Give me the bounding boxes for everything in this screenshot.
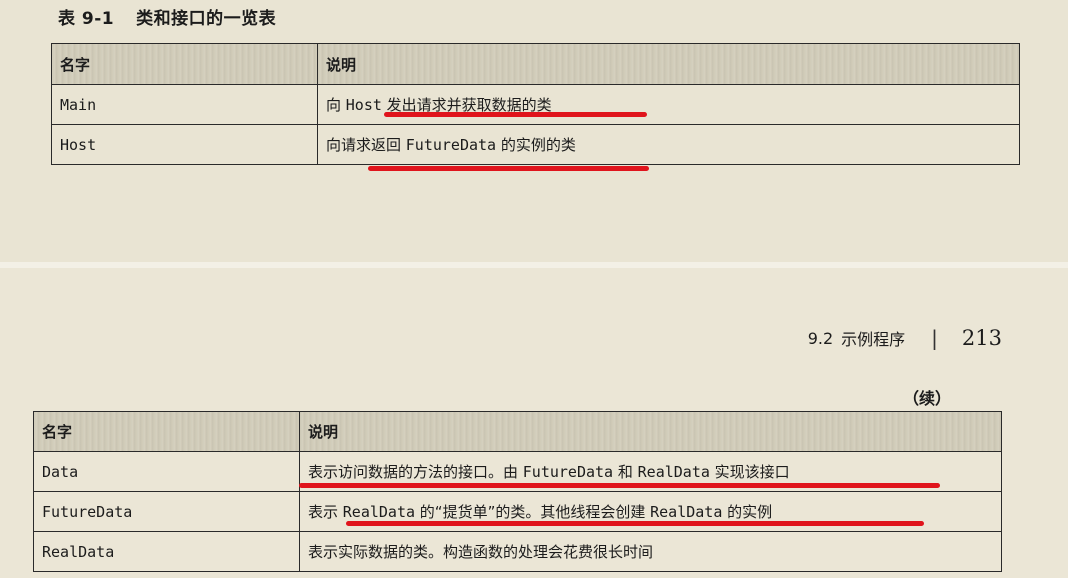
code-term: RealData [342,503,416,521]
section-title: 示例程序 [841,330,906,349]
description-text: 表示 [308,503,343,521]
continued-label: （续） [903,389,952,408]
table-caption-title: 类和接口的一览表 [136,9,277,29]
code-term: FutureData [522,463,614,481]
description-text: 的实例 [722,503,773,521]
description-text: 向请求返回 [326,136,406,154]
class-interface-table-continued: 名字 说明 Data 表示访问数据的方法的接口。由 FutureData 和 R… [33,411,1002,572]
table-caption: 表 9-1 类和接口的一览表 [58,4,276,29]
description-text: 实现该接口 [709,463,790,481]
row-desc-cell: 向 Host 发出请求并获取数据的类 [317,84,1020,125]
row-name-cell: Host [51,124,318,165]
row-desc-cell: 表示实际数据的类。构造函数的处理会花费很长时间 [299,531,1002,572]
description-text: 和 [613,463,638,481]
table-row: Host 向请求返回 FutureData 的实例的类 [51,124,1020,165]
row-name-cell: Data [33,451,300,492]
description-text: 的“提货单”的类。其他线程会创建 [415,503,651,521]
code-term: FutureData [405,136,497,154]
code-term: RealData [637,463,710,481]
page-number: 213 [961,326,1002,350]
row-desc-cell: 向请求返回 FutureData 的实例的类 [317,124,1020,165]
code-term: RealData [650,503,723,521]
header-desc-cell: 说明 [299,411,1002,452]
table-caption-number: 表 9-1 [58,9,115,29]
description-text: 的实例的类 [496,136,576,154]
row-name-cell: FutureData [33,491,300,532]
description-text: 表示实际数据的类。构造函数的处理会花费很长时间 [308,543,654,561]
table-header-row: 名字 说明 [51,43,1020,85]
red-annotation-underline [299,483,940,488]
header-desc-cell: 说明 [317,43,1020,85]
header-name-cell: 名字 [51,43,318,85]
code-term: Host [345,96,382,114]
class-interface-table: 名字 说明 Main 向 Host 发出请求并获取数据的类 Host 向请求返回… [51,43,1020,165]
table-header-row: 名字 说明 [33,411,1002,452]
page-running-header: 9.2 示例程序 | 213 [808,326,1002,350]
red-annotation-underline [368,166,649,171]
row-name-cell: RealData [33,531,300,572]
red-annotation-underline [384,112,647,117]
table-row: RealData 表示实际数据的类。构造函数的处理会花费很长时间 [33,531,1002,572]
header-separator: | [931,326,938,350]
section-number: 9.2 [807,328,834,348]
table-row: Main 向 Host 发出请求并获取数据的类 [51,84,1020,125]
header-name-cell: 名字 [33,411,300,452]
row-name-cell: Main [51,84,318,125]
description-text: 表示访问数据的方法的接口。由 [308,463,523,481]
red-annotation-underline [346,521,924,526]
description-text: 向 [326,96,346,114]
